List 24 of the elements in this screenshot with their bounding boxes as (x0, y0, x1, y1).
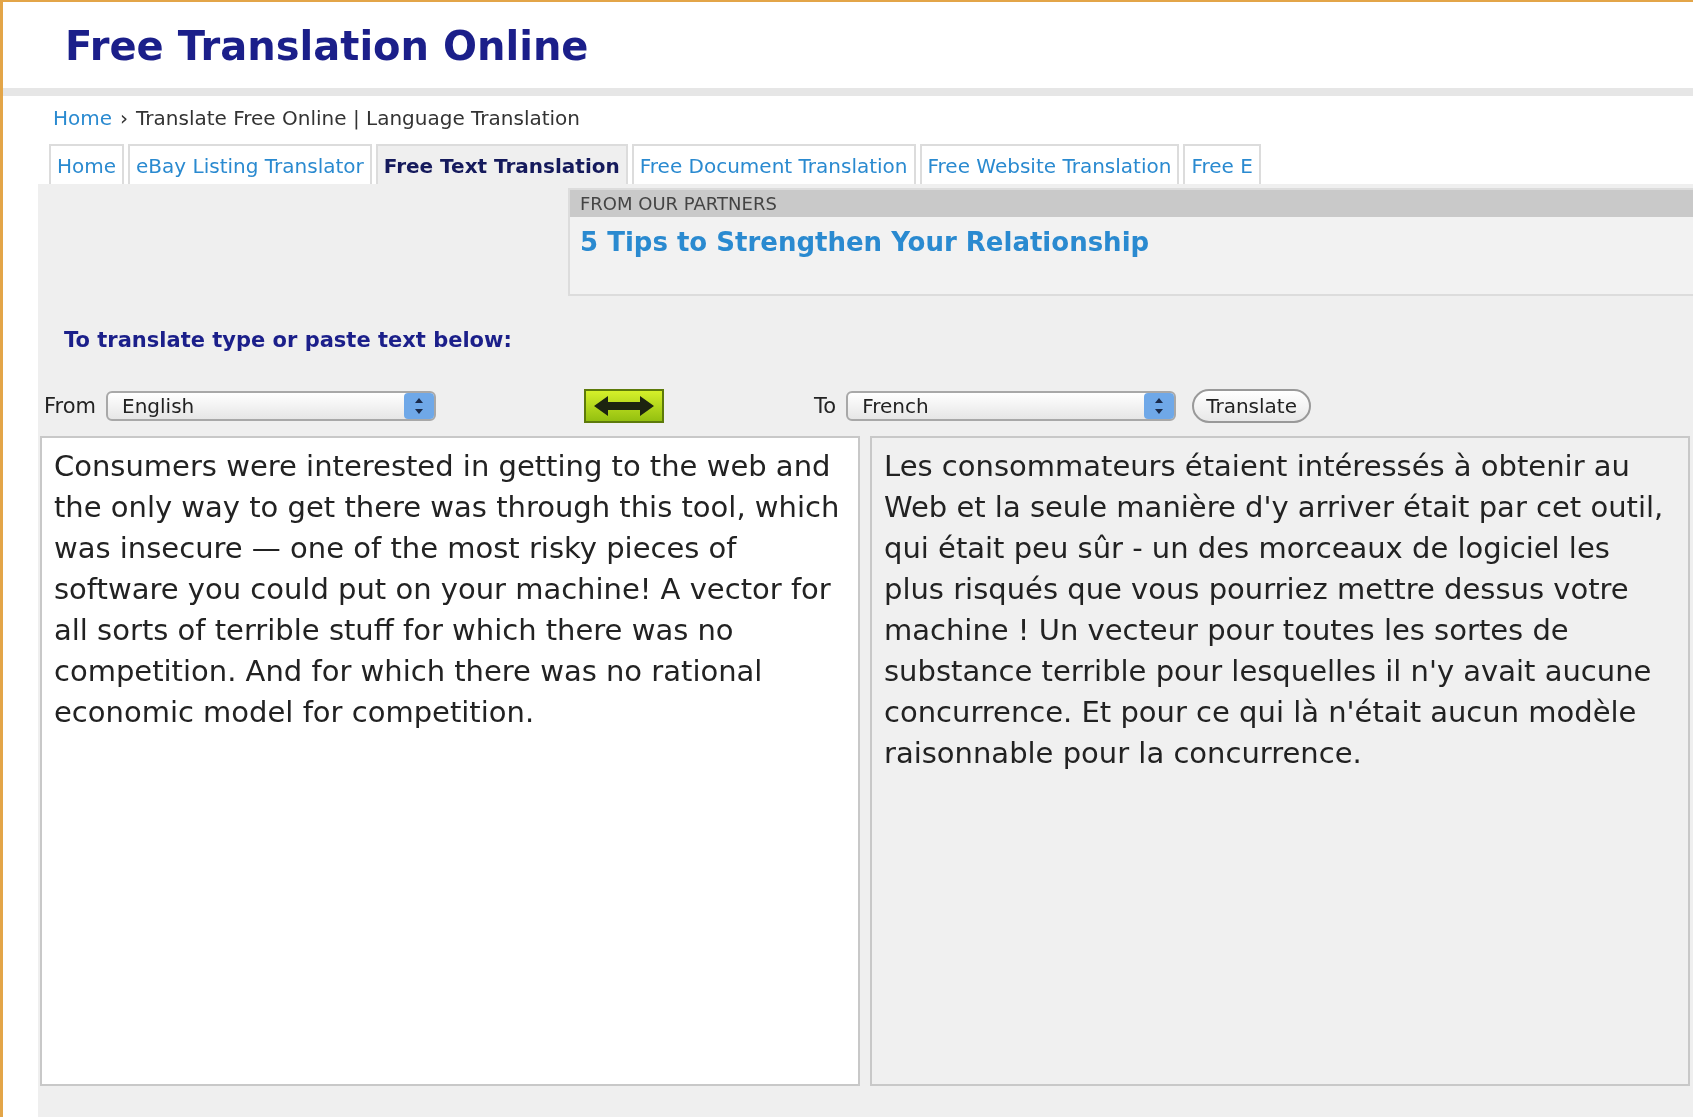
nav-tab[interactable]: Free Text Translation (375, 144, 628, 184)
translate-button[interactable]: Translate (1192, 389, 1311, 423)
nav-tab[interactable]: Free Website Translation (919, 144, 1180, 184)
translation-output: Les consommateurs étaient intéressés à obtenir au Web et la seule manière d'y arriver était par cet outil, qui était peu sûr - un des morceaux de logiciel les plus risqués que vous pourriez mettre dessus votre machine ! Un vecteur pour toutes les sortes de substance terrible pour lesquelles il n'y avait aucune concurrence. Et pour ce qui là n'était aucun modèle raisonnable pour la concurrence. (870, 436, 1690, 1086)
swap-button[interactable] (584, 389, 665, 423)
instructions-text: To translate type or paste text below: (63, 327, 513, 352)
nav-tab[interactable]: Home (49, 144, 125, 184)
from-language-select[interactable]: English (106, 391, 437, 421)
to-label: To (814, 394, 837, 418)
stepper-icon (1144, 393, 1175, 419)
breadcrumb-text: Translate Free Online | Language Translation (136, 106, 581, 130)
nav-tab[interactable]: eBay Listing Translator (128, 144, 372, 184)
partners-heading: FROM OUR PARTNERS (570, 190, 1693, 217)
source-text-field[interactable]: Consumers were interested in getting to the web and the only way to get there was through this tool, which was insecure — one of the most risky pieces of software you could put on your machine! A vector for all sorts of terrible stuff for which there was no competition. And for which there was no rational economic model for competition. (40, 436, 860, 1086)
nav-tab[interactable]: Free Document Translation (631, 144, 916, 184)
from-label: From (44, 394, 97, 418)
nav-tab[interactable]: Free E (1183, 144, 1261, 184)
breadcrumb-separator: › (120, 106, 129, 130)
stepper-icon (404, 393, 435, 419)
site-title: Free Translation Online (65, 22, 590, 71)
home-link[interactable]: Home (53, 106, 113, 130)
partner-link[interactable]: 5 Tips to Strengthen Your Relationship (570, 217, 1160, 267)
double-arrow-icon (594, 395, 655, 417)
to-language-select[interactable]: French (846, 391, 1177, 421)
